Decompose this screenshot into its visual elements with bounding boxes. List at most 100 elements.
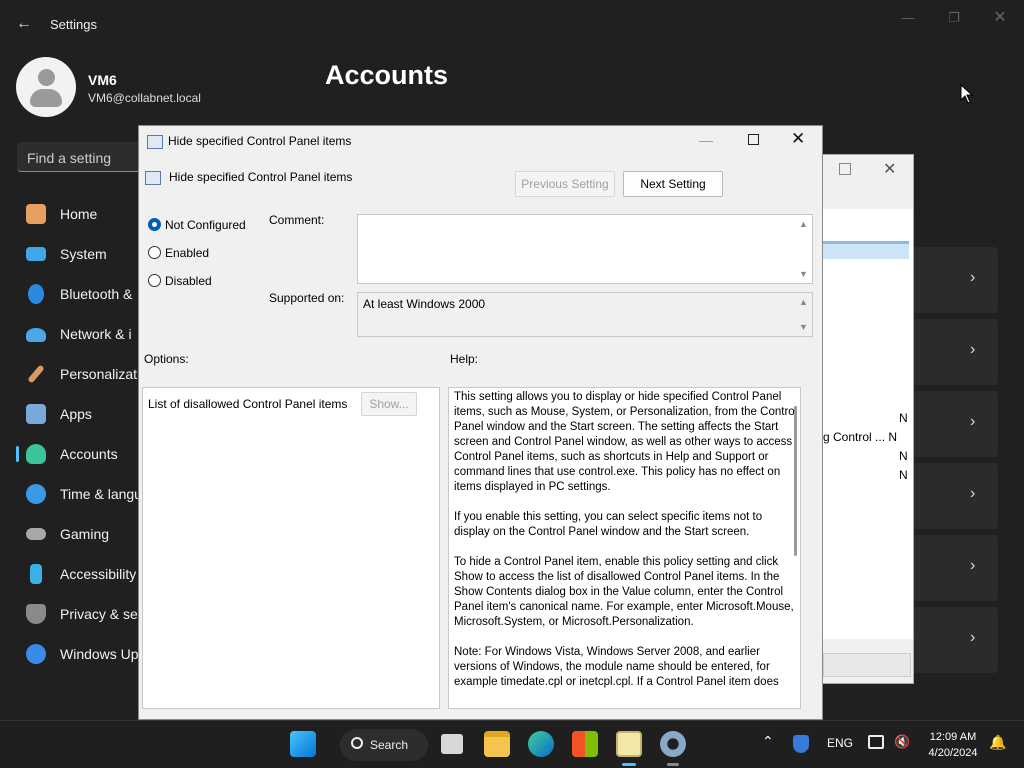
sidebar-nav: Home System Bluetooth & Network & i Pers… (0, 194, 145, 674)
list-item[interactable]: N (899, 468, 908, 482)
accessibility-icon (30, 564, 42, 584)
previous-setting-button[interactable]: Previous Setting (515, 171, 615, 197)
radio-not-configured[interactable]: Not Configured (148, 216, 258, 234)
chevron-right-icon: › (970, 269, 976, 286)
sidebar-item-home[interactable]: Home (0, 194, 140, 234)
notepad-icon[interactable] (616, 731, 642, 757)
list-item[interactable]: N (899, 449, 908, 463)
chevron-up-icon[interactable]: ⌃ (762, 733, 774, 750)
sidebar-item-label: Privacy & sec (60, 606, 145, 622)
options-label: Options: (144, 352, 189, 366)
back-arrow-icon[interactable]: ← (14, 14, 34, 34)
sidebar-item-label: Accessibility (60, 566, 137, 582)
settings-card[interactable]: › (912, 247, 998, 313)
avatar[interactable] (16, 57, 76, 117)
sidebar-item-label: Time & langu (60, 486, 142, 502)
search-input[interactable]: Find a setting (17, 142, 145, 172)
scrollbar-thumb[interactable] (794, 406, 797, 556)
sidebar-item-privacy-security[interactable]: Privacy & sec (0, 594, 145, 634)
sidebar-item-windows-update[interactable]: Windows Up (0, 634, 140, 674)
radio-dot (148, 246, 161, 259)
scroll-down-icon[interactable]: ▼ (799, 269, 808, 279)
supported-on-field: At least Windows 2000 ▲ ▼ (357, 292, 813, 337)
sidebar-item-accounts[interactable]: Accounts (0, 434, 140, 474)
supported-on-value: At least Windows 2000 (363, 297, 486, 311)
settings-card[interactable]: › (912, 463, 998, 529)
user-name: VM6 (88, 72, 117, 88)
scrollbar[interactable] (792, 388, 800, 708)
radio-dot (148, 218, 161, 231)
taskbar: Search ⌃ ENG 🔇 12:09 AM 4/20/2024 🔔 (0, 720, 1024, 768)
mouse-pointer-icon (960, 84, 974, 104)
sidebar-item-gaming[interactable]: Gaming (0, 514, 140, 554)
chevron-right-icon: › (970, 485, 976, 502)
network-icon[interactable] (868, 735, 884, 749)
list-item[interactable]: g Control ... N (823, 430, 897, 444)
avatar-head (38, 69, 55, 86)
file-explorer-icon[interactable] (484, 731, 510, 757)
selected-row[interactable] (823, 241, 909, 259)
edge-icon[interactable] (528, 731, 554, 757)
settings-card[interactable]: › (912, 607, 998, 673)
scroll-up-icon[interactable]: ▲ (799, 219, 808, 229)
minimize-button[interactable]: — (896, 8, 920, 28)
sidebar-item-label: Accounts (60, 446, 118, 462)
chevron-right-icon: › (970, 557, 976, 574)
scroll-up-icon[interactable]: ▲ (799, 297, 808, 307)
sidebar-item-personalization[interactable]: Personalizati (0, 354, 140, 394)
sidebar-item-bluetooth[interactable]: Bluetooth & (0, 274, 140, 314)
settings-gear-icon[interactable] (660, 731, 686, 757)
radio-disabled[interactable]: Disabled (148, 272, 258, 290)
sidebar-item-apps[interactable]: Apps (0, 394, 140, 434)
chevron-right-icon: › (970, 629, 976, 646)
sidebar-item-label: Windows Up (60, 646, 139, 662)
task-view-icon[interactable] (441, 734, 463, 754)
close-button[interactable]: ✕ (883, 159, 896, 179)
close-button[interactable]: ✕ (791, 129, 805, 149)
scroll-down-icon[interactable]: ▼ (799, 322, 808, 332)
next-setting-button[interactable]: Next Setting (623, 171, 723, 197)
radio-dot (148, 274, 161, 287)
maximize-button[interactable] (839, 163, 851, 175)
scrollbar[interactable]: ▲ ▼ (796, 293, 812, 336)
settings-card[interactable]: › (912, 391, 998, 457)
option-item-label: List of disallowed Control Panel items (148, 397, 348, 411)
show-button[interactable]: Show... (361, 392, 417, 416)
maximize-button[interactable] (748, 134, 759, 145)
search-icon (351, 737, 363, 749)
wifi-icon (26, 328, 46, 342)
maximize-button[interactable]: ❐ (942, 8, 966, 28)
defender-shield-icon[interactable] (793, 735, 809, 753)
sidebar-item-system[interactable]: System (0, 234, 140, 274)
home-icon (26, 204, 46, 224)
sidebar-item-accessibility[interactable]: Accessibility (0, 554, 140, 594)
bell-icon[interactable]: 🔔 (989, 734, 1006, 751)
help-panel[interactable]: This setting allows you to display or hi… (448, 387, 801, 709)
volume-muted-icon[interactable]: 🔇 (894, 734, 910, 750)
radio-label: Not Configured (165, 218, 246, 232)
monitor-icon (26, 247, 46, 261)
sidebar-item-time-language[interactable]: Time & langu (0, 474, 142, 514)
start-icon[interactable] (290, 731, 316, 757)
options-panel: List of disallowed Control Panel items S… (142, 387, 440, 709)
background-policy-window[interactable]: ✕ N g Control ... N N N (822, 154, 914, 684)
search-placeholder: Find a setting (27, 150, 112, 166)
language-indicator[interactable]: ENG (827, 736, 853, 750)
radio-enabled[interactable]: Enabled (148, 244, 258, 262)
radio-label: Disabled (165, 274, 212, 288)
shield-icon (26, 604, 46, 624)
comment-textarea[interactable]: ▲ ▼ (357, 214, 813, 284)
clock[interactable]: 12:09 AM 4/20/2024 (922, 729, 984, 761)
scrollbar[interactable]: ▲ ▼ (796, 215, 812, 283)
comment-label: Comment: (269, 213, 325, 227)
settings-card[interactable]: › (912, 535, 998, 601)
minimize-button[interactable]: — (699, 132, 713, 148)
time: 12:09 AM (929, 731, 977, 743)
taskbar-search[interactable]: Search (340, 729, 428, 761)
store-icon[interactable] (572, 731, 598, 757)
sidebar-item-network[interactable]: Network & i (0, 314, 140, 354)
settings-card[interactable]: › (912, 319, 998, 385)
policy-icon (147, 135, 163, 149)
list-item[interactable]: N (899, 411, 908, 425)
close-button[interactable]: ✕ (988, 8, 1012, 28)
